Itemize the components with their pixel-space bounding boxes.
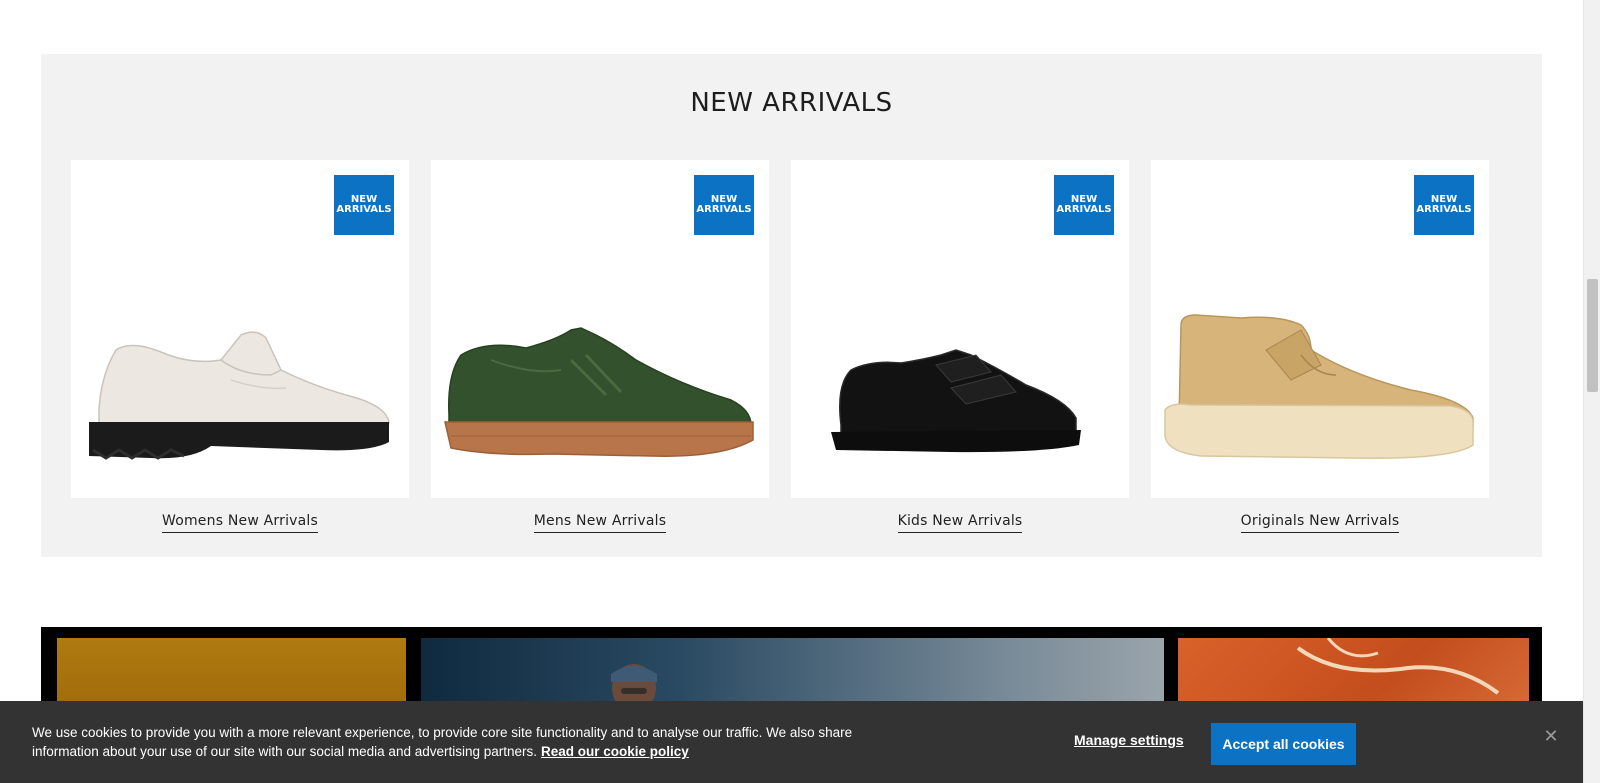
cookie-banner: We use cookies to provide you with a mor… [0, 701, 1583, 783]
cookie-message: We use cookies to provide you with a mor… [32, 725, 853, 759]
scrollbar[interactable] [1583, 0, 1600, 783]
new-arrivals-badge: NEW ARRIVALS [1054, 175, 1114, 235]
product-card-mens[interactable]: NEW ARRIVALS Mens New Arrivals [431, 160, 769, 533]
product-card-originals[interactable]: NEW ARRIVALS Originals New Arrivals [1151, 160, 1489, 533]
scrollbar-thumb[interactable] [1587, 279, 1598, 392]
card-link-originals[interactable]: Originals New Arrivals [1240, 513, 1400, 533]
new-arrivals-badge: NEW ARRIVALS [334, 175, 394, 235]
product-card-kids[interactable]: NEW ARRIVALS Kids New Arrivals [791, 160, 1129, 533]
card-link-kids[interactable]: Kids New Arrivals [897, 513, 1023, 533]
section-title: NEW ARRIVALS [690, 88, 893, 118]
card-link-womens[interactable]: Womens New Arrivals [161, 513, 319, 533]
cookie-policy-link[interactable]: Read our cookie policy [541, 744, 689, 759]
new-arrivals-badge: NEW ARRIVALS [1414, 175, 1474, 235]
accept-cookies-button[interactable]: Accept all cookies [1211, 723, 1356, 765]
new-arrivals-section: NEW ARRIVALS NEW ARRIVALS Womens New Arr… [41, 54, 1542, 557]
product-image-originals[interactable]: NEW ARRIVALS [1151, 160, 1489, 498]
card-link-mens[interactable]: Mens New Arrivals [533, 513, 667, 533]
product-image-kids[interactable]: NEW ARRIVALS [791, 160, 1129, 498]
page: NEW ARRIVALS NEW ARRIVALS Womens New Arr… [0, 0, 1583, 783]
manage-settings-link[interactable]: Manage settings [1074, 732, 1184, 748]
product-image-mens[interactable]: NEW ARRIVALS [431, 160, 769, 498]
product-image-womens[interactable]: NEW ARRIVALS [71, 160, 409, 498]
close-icon[interactable]: ✕ [1543, 728, 1559, 746]
product-card-womens[interactable]: NEW ARRIVALS Womens New Arrivals [71, 160, 409, 533]
new-arrivals-badge: NEW ARRIVALS [694, 175, 754, 235]
